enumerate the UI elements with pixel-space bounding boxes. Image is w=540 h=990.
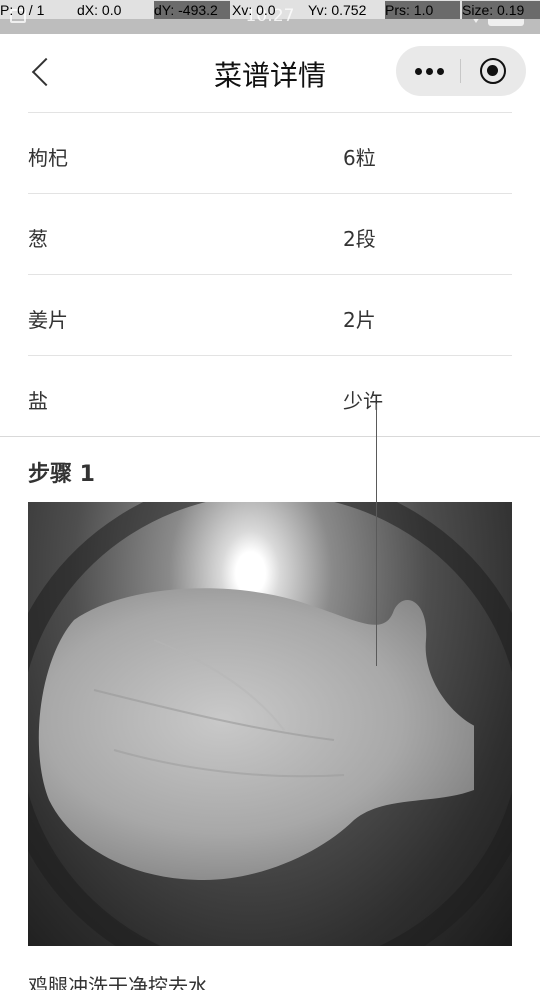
ingredient-list: 枸杞 6粒 葱 2段 姜片 2片 盐 少许 bbox=[28, 112, 512, 436]
ingredient-name: 枸杞 bbox=[28, 146, 68, 170]
step-image[interactable] bbox=[28, 502, 512, 946]
list-item: 盐 少许 bbox=[28, 355, 512, 436]
debug-prs: Prs: 1.0 bbox=[385, 1, 460, 19]
step-description: 鸡腿冲洗干净控去水 bbox=[28, 974, 208, 990]
ingredient-quantity: 2段 bbox=[343, 227, 376, 251]
nav-bar: 菜谱详情 bbox=[0, 34, 540, 112]
more-button[interactable] bbox=[414, 60, 446, 82]
debug-dx: dX: 0.0 bbox=[77, 2, 122, 18]
capsule-divider bbox=[460, 59, 461, 83]
list-item: 葱 2段 bbox=[28, 193, 512, 274]
close-button[interactable] bbox=[480, 58, 506, 84]
pointer-debug-overlay: P: 0 / 1 dX: 0.0 dY: -493.2 Xv: 0.0 Yv: … bbox=[0, 0, 540, 19]
debug-size: Size: 0.19 bbox=[462, 1, 540, 19]
more-dots-icon bbox=[415, 68, 422, 75]
list-item: 姜片 2片 bbox=[28, 274, 512, 355]
ingredient-name: 姜片 bbox=[28, 308, 68, 332]
list-item: 枸杞 6粒 bbox=[28, 112, 512, 193]
section-divider bbox=[0, 436, 540, 437]
ingredient-quantity: 少许 bbox=[343, 389, 383, 413]
step-title: 步骤 1 bbox=[28, 462, 95, 487]
debug-xv: Xv: 0.0 bbox=[232, 2, 276, 18]
ingredient-name: 葱 bbox=[28, 227, 48, 251]
ingredient-name: 盐 bbox=[28, 389, 48, 413]
more-dot bbox=[426, 68, 433, 75]
debug-yv: Yv: 0.752 bbox=[308, 2, 367, 18]
debug-dy: dY: -493.2 bbox=[154, 1, 230, 19]
debug-pointer: P: 0 / 1 bbox=[0, 2, 45, 18]
ingredient-quantity: 6粒 bbox=[343, 146, 376, 170]
ingredient-quantity: 2片 bbox=[343, 308, 376, 332]
pointer-trace-line bbox=[376, 404, 377, 666]
chicken-leg-illustration bbox=[38, 588, 474, 880]
mini-program-capsule bbox=[396, 46, 526, 96]
more-dot bbox=[437, 68, 444, 75]
